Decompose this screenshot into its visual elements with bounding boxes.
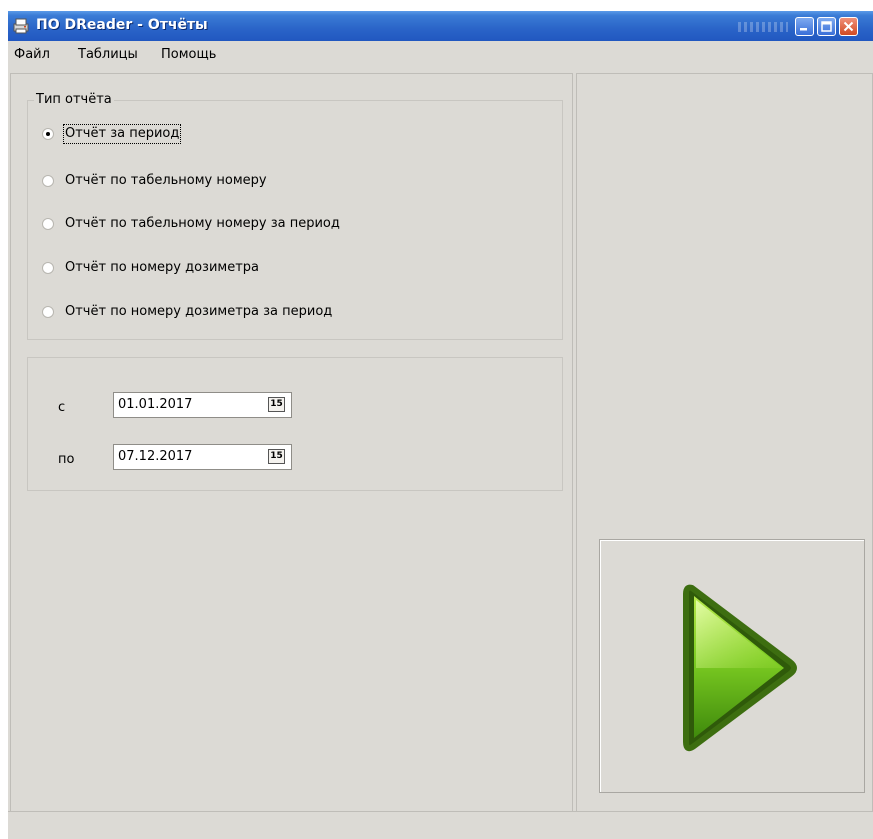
to-label: по xyxy=(58,452,75,467)
left-panel: Тип отчёта Отчёт за период Отчёт по табе… xyxy=(10,73,573,813)
right-panel xyxy=(576,73,873,813)
radio-label[interactable]: Отчёт по табельному номеру за период xyxy=(64,215,341,233)
radio-selected-dot xyxy=(46,132,50,136)
radio-button[interactable] xyxy=(42,128,54,140)
minimize-button[interactable] xyxy=(795,17,814,36)
report-type-caption: Тип отчёта xyxy=(34,92,114,107)
radio-button[interactable] xyxy=(42,175,54,187)
close-icon xyxy=(843,21,854,32)
from-date-value[interactable]: 01.01.2017 xyxy=(118,397,192,412)
minimize-icon xyxy=(800,28,807,31)
radio-button[interactable] xyxy=(42,306,54,318)
radio-label[interactable]: Отчёт по номеру дозиметра xyxy=(64,259,260,277)
title-bar[interactable]: ПО DReader - Отчёты xyxy=(8,11,873,41)
to-date-value[interactable]: 07.12.2017 xyxy=(118,449,192,464)
from-label: с xyxy=(58,400,66,415)
report-type-group: Тип отчёта Отчёт за период Отчёт по табе… xyxy=(27,92,563,340)
to-date-picker[interactable]: 07.12.2017 15 xyxy=(113,444,292,470)
radio-button[interactable] xyxy=(42,262,54,274)
close-button[interactable] xyxy=(839,17,858,36)
menu-tables[interactable]: Таблицы xyxy=(78,47,138,62)
status-bar xyxy=(8,811,873,839)
play-arrow-icon xyxy=(683,584,797,752)
period-group: с 01.01.2017 15 по 07.12.2017 15 xyxy=(27,357,563,491)
radio-label[interactable]: Отчёт по номеру дозиметра за период xyxy=(64,303,333,321)
menu-file[interactable]: Файл xyxy=(14,47,50,62)
window-title: ПО DReader - Отчёты xyxy=(36,17,208,33)
app-window: ПО DReader - Отчёты Файл Таблицы Помощь … xyxy=(8,11,873,839)
menu-help[interactable]: Помощь xyxy=(161,47,216,62)
menu-bar: Файл Таблицы Помощь xyxy=(8,41,873,67)
radio-button[interactable] xyxy=(42,218,54,230)
title-decoration xyxy=(738,22,788,32)
maximize-icon xyxy=(821,21,832,32)
run-report-button[interactable] xyxy=(599,539,865,793)
radio-label[interactable]: Отчёт за период xyxy=(62,124,182,144)
radio-label[interactable]: Отчёт по табельному номеру xyxy=(64,172,268,190)
from-date-picker[interactable]: 01.01.2017 15 xyxy=(113,392,292,418)
maximize-button[interactable] xyxy=(817,17,836,36)
calendar-icon[interactable]: 15 xyxy=(268,397,285,412)
printer-icon xyxy=(13,18,29,34)
calendar-icon[interactable]: 15 xyxy=(268,449,285,464)
